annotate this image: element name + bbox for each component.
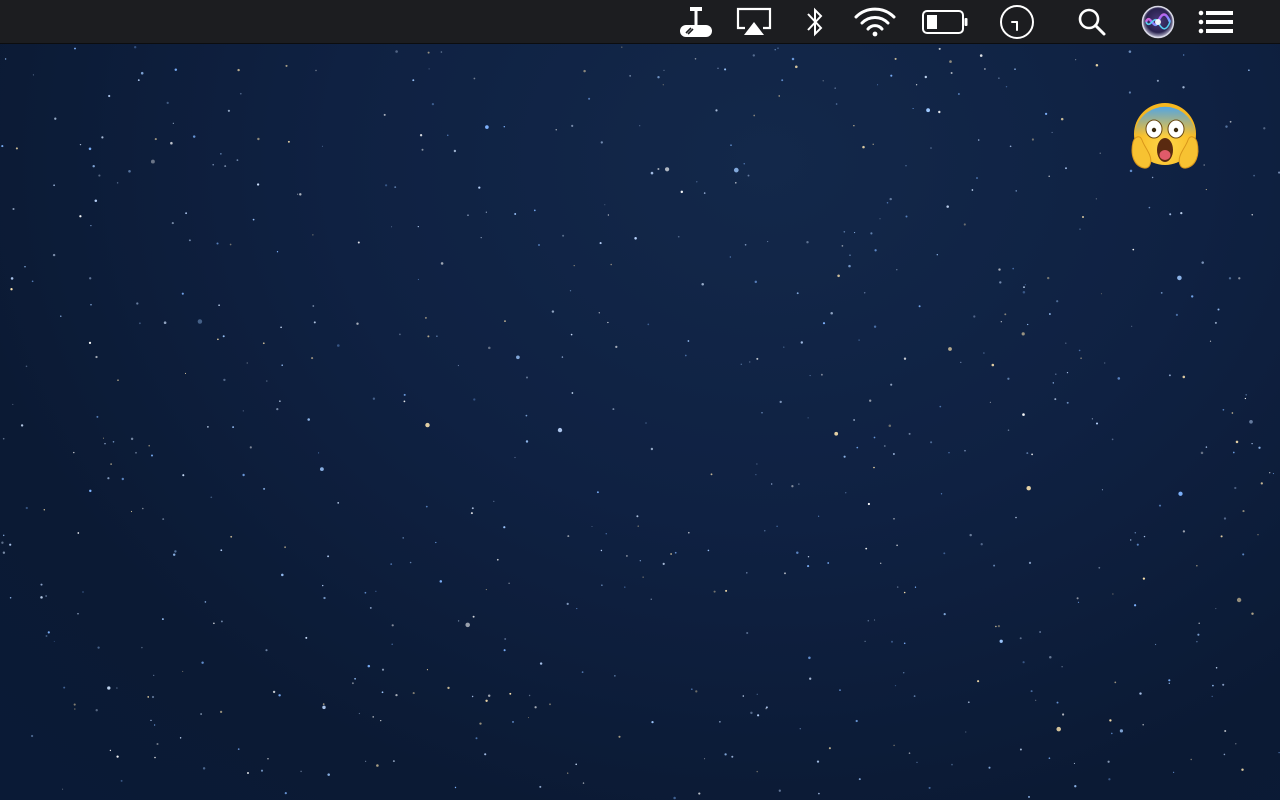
notification-center-icon[interactable] (1196, 0, 1236, 44)
bluetooth-icon[interactable] (800, 0, 830, 44)
network-drive-icon[interactable] (676, 0, 716, 44)
desktop (0, 0, 1280, 800)
clock-icon[interactable] (996, 0, 1038, 44)
spotlight-search-icon[interactable] (1074, 0, 1110, 44)
menu-bar (0, 0, 1280, 44)
battery-icon[interactable] (920, 0, 970, 44)
screaming-face-emoji-icon[interactable] (1130, 100, 1200, 172)
starry-wallpaper (1, 46, 1280, 800)
wifi-icon[interactable] (852, 0, 898, 44)
airplay-icon[interactable] (734, 0, 774, 44)
siri-icon[interactable] (1138, 0, 1178, 44)
